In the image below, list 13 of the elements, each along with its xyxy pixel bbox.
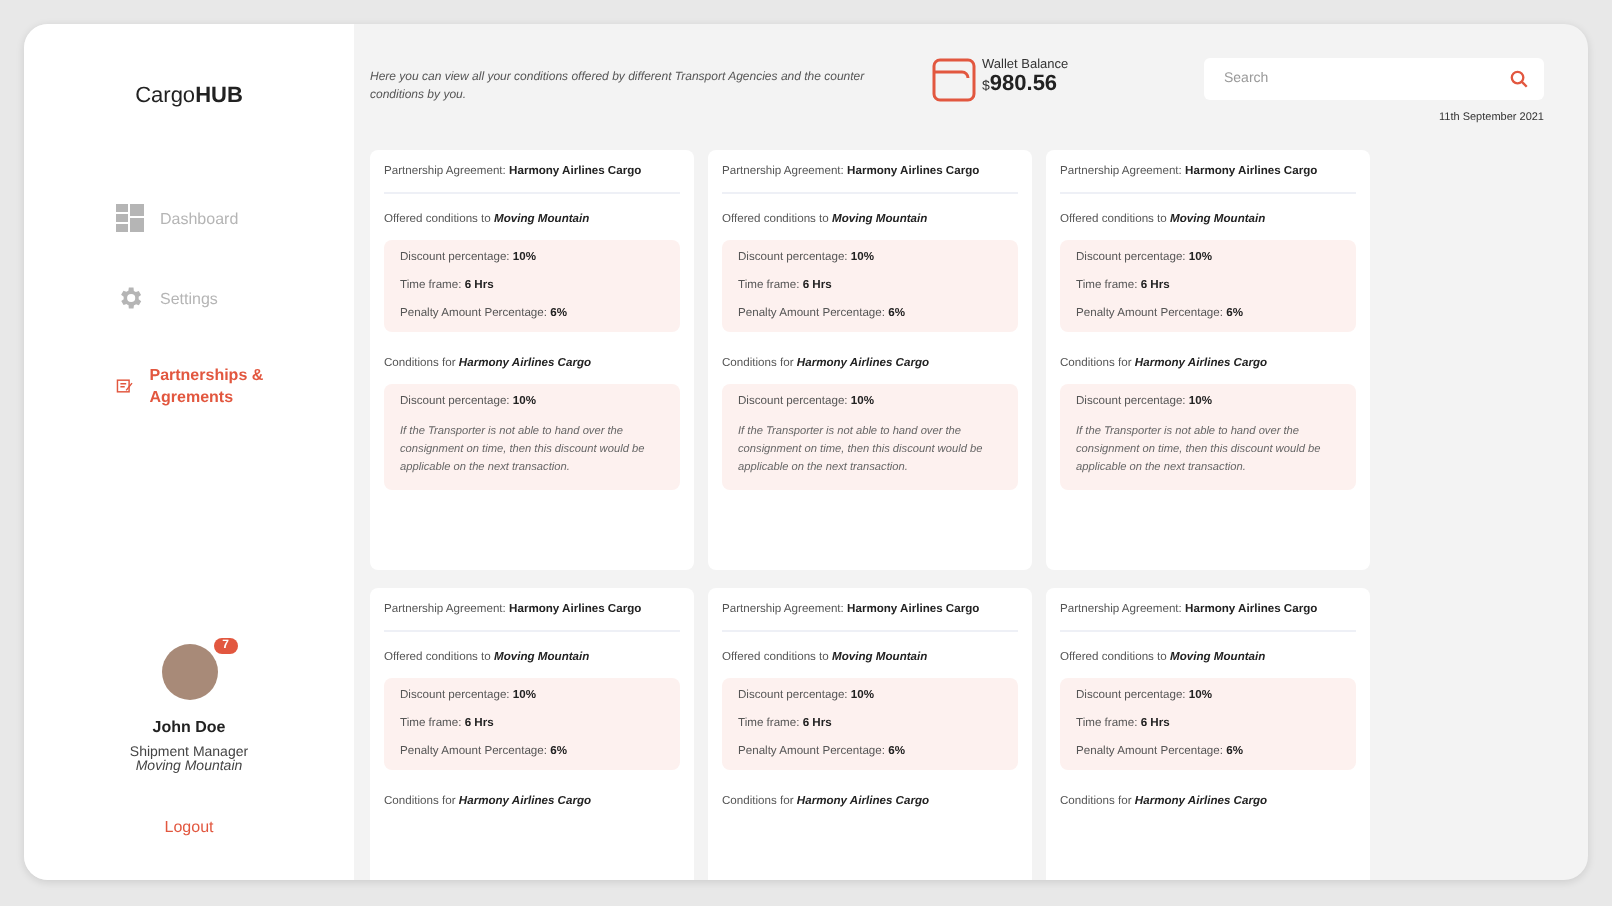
nav-item[interactable]: Dashboard — [116, 204, 239, 232]
dashboard-icon — [116, 204, 144, 232]
logo: CargoHUB — [135, 84, 243, 108]
nav-item[interactable]: Partnerships & Agrements — [116, 364, 296, 408]
wallet-amount: 980.56 — [989, 72, 1058, 96]
nav-item[interactable]: Settings — [116, 284, 218, 312]
search-icon[interactable] — [1510, 70, 1528, 88]
user-name: John Doe — [152, 718, 226, 736]
logout-link[interactable]: Logout — [164, 818, 214, 836]
wallet-icon — [932, 58, 976, 102]
settings-icon — [116, 284, 144, 312]
avatar — [161, 644, 217, 700]
note-edit-icon — [116, 374, 134, 398]
